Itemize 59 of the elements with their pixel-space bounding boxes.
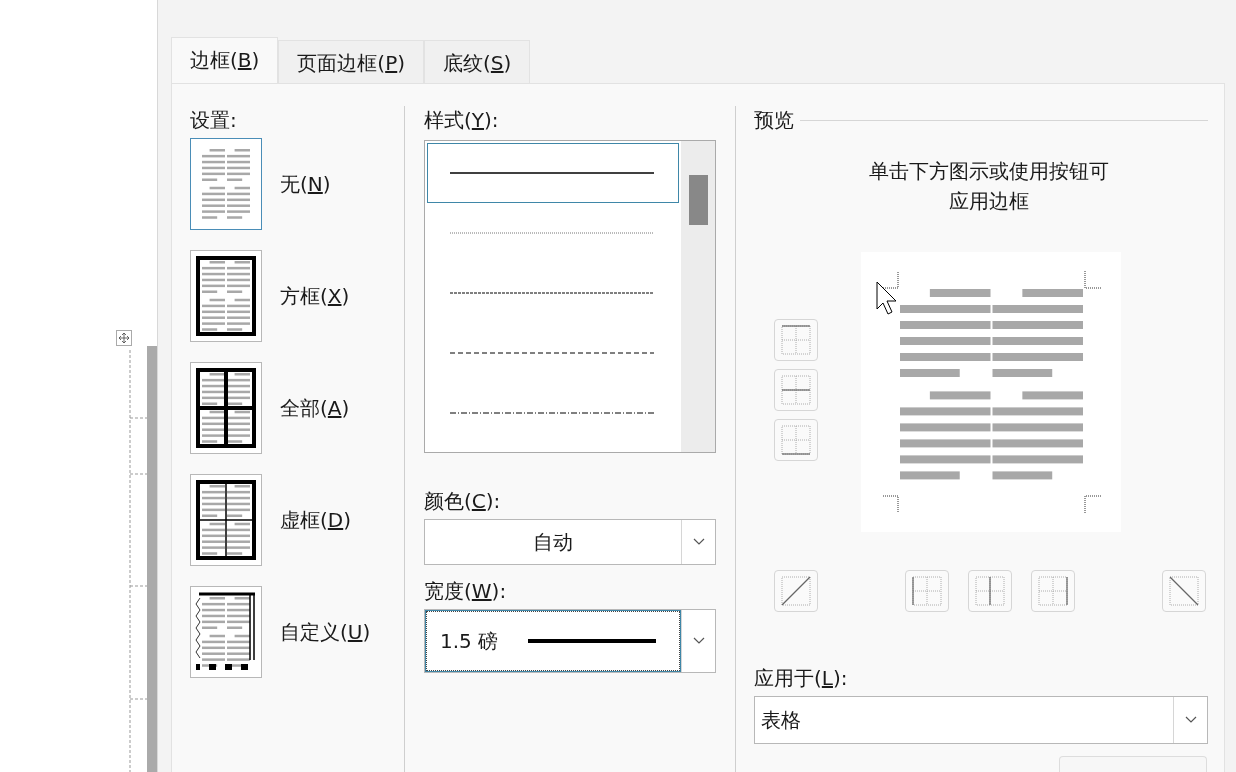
setting-label: 虚框(D) — [280, 507, 352, 534]
diagonal-line-icon — [1169, 576, 1199, 606]
tab[interactable]: 底纹(S) — [424, 40, 531, 86]
line-style-icon — [450, 292, 654, 294]
chevron-down-icon — [692, 538, 705, 546]
tab[interactable]: 边框(B) — [171, 37, 279, 83]
line-style-icon — [450, 412, 654, 414]
width-label: 宽度(W): — [424, 578, 508, 605]
border-button[interactable] — [774, 570, 818, 612]
table-layout-icon — [194, 366, 258, 450]
line-style-option[interactable] — [427, 143, 679, 203]
setting-option[interactable] — [190, 474, 262, 566]
grid-icon — [912, 576, 942, 606]
apply-to-value: 表格 — [760, 706, 802, 734]
grid-icon — [975, 576, 1005, 606]
settings-label: 设置: — [190, 107, 238, 134]
setting-option[interactable] — [190, 250, 262, 342]
move-handle-icon[interactable] — [116, 330, 132, 346]
preview-heading: 预览 — [754, 107, 794, 134]
chevron-down-icon — [692, 637, 705, 645]
grid-icon — [1038, 576, 1068, 606]
line-style-list[interactable] — [424, 140, 716, 453]
scrollbar-thumb[interactable] — [688, 175, 708, 225]
setting-option[interactable] — [190, 586, 262, 678]
line-style-icon — [450, 352, 654, 354]
line-style-icon — [450, 232, 654, 234]
border-button[interactable] — [905, 570, 949, 612]
border-button[interactable] — [774, 319, 818, 361]
grid-icon — [781, 325, 811, 355]
table-layout-icon — [194, 254, 258, 338]
border-button[interactable] — [774, 419, 818, 461]
scrollbar[interactable] — [681, 141, 715, 452]
setting-label: 无(N) — [280, 171, 331, 198]
instruction-text: 单击下方图示或使用按钮可 — [869, 158, 1109, 185]
style-label: 样式(Y): — [424, 107, 500, 134]
border-button[interactable] — [1031, 570, 1075, 612]
color-value: 自动 — [532, 528, 574, 556]
grid-icon — [781, 375, 811, 405]
instruction-text: 应用边框 — [949, 188, 1029, 215]
apply-to-label: 应用于(L): — [754, 665, 849, 692]
chevron-down-icon — [1184, 716, 1197, 724]
color-label: 颜色(C): — [424, 488, 502, 515]
width-dropdown[interactable]: 1.5 磅 — [424, 609, 716, 673]
apply-to-dropdown[interactable]: 表格 — [754, 696, 1208, 744]
setting-option[interactable] — [190, 362, 262, 454]
border-button[interactable] — [968, 570, 1012, 612]
setting-label: 全部(A) — [280, 395, 350, 422]
width-text: 1.5 磅 — [440, 627, 499, 655]
tab[interactable]: 页面边框(P) — [278, 40, 425, 86]
setting-label: 自定义(U) — [280, 619, 371, 646]
diagonal-line-icon — [781, 576, 811, 606]
table-layout-icon — [194, 478, 258, 562]
setting-label: 方框(X) — [280, 283, 350, 310]
grid-icon — [781, 425, 811, 455]
line-style-icon — [450, 172, 654, 174]
color-dropdown[interactable]: 自动 — [424, 519, 716, 565]
border-button[interactable] — [1162, 570, 1206, 612]
line-weight-icon — [528, 639, 657, 643]
border-button[interactable] — [774, 369, 818, 411]
